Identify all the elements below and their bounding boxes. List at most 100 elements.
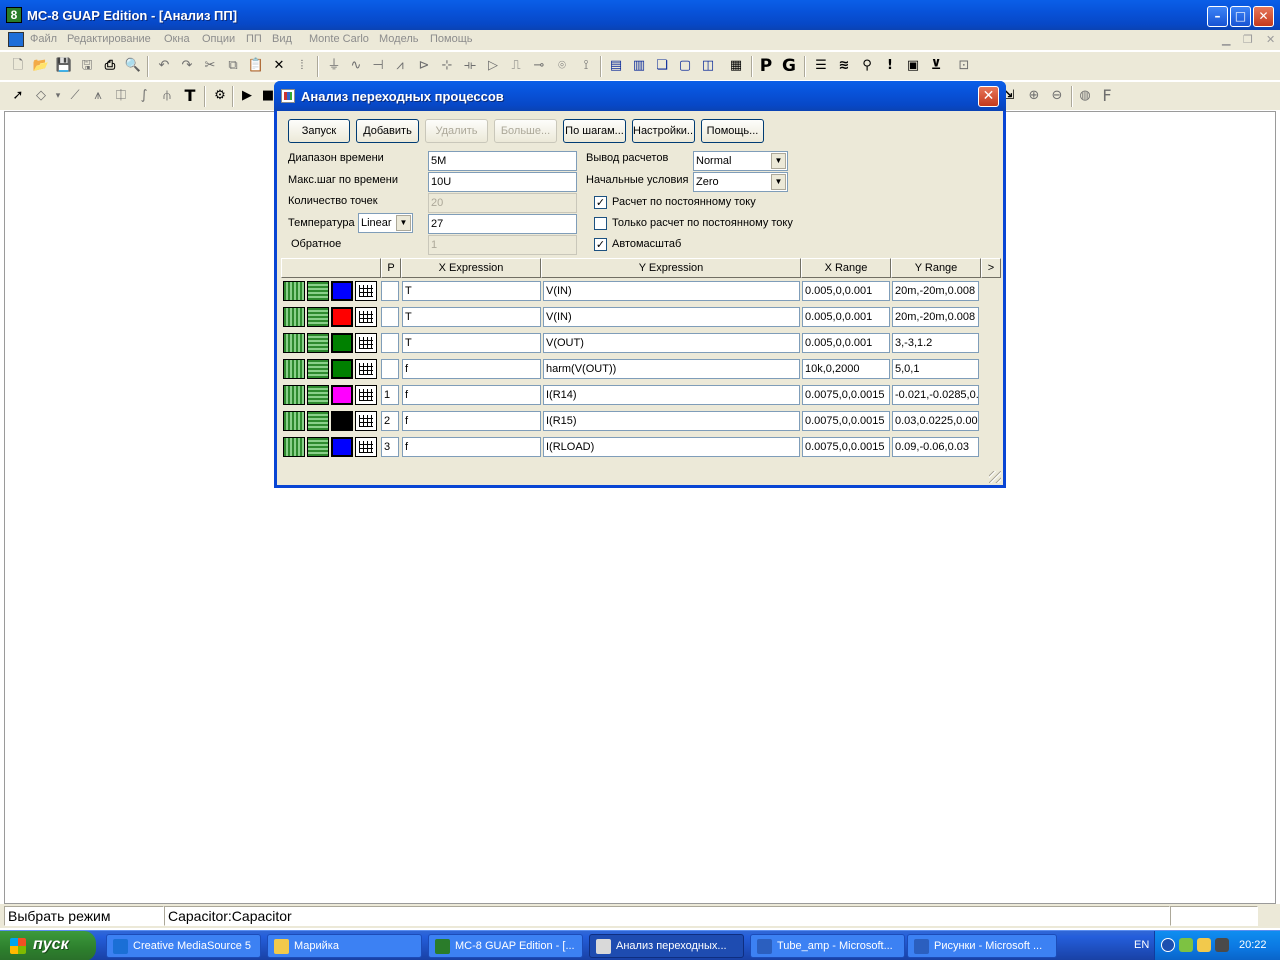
curve-color-swatch[interactable]	[331, 333, 353, 353]
max-step-input[interactable]: 10U	[428, 172, 577, 192]
x-expression-cell[interactable]: T	[402, 307, 541, 327]
y-expression-cell[interactable]: I(RLOAD)	[543, 437, 800, 457]
menu-view[interactable]: Вид	[272, 33, 292, 45]
line-style-icon[interactable]	[283, 307, 305, 327]
zoom-out-icon[interactable]: ⊖	[1048, 87, 1066, 105]
line-style-icon[interactable]	[283, 385, 305, 405]
chevron-down-icon[interactable]: ▾	[49, 87, 67, 105]
add-button[interactable]: Добавить	[356, 119, 419, 143]
save-icon[interactable]: 💾	[55, 57, 73, 75]
taskbar-item[interactable]: Tube_amp - Microsoft...	[750, 934, 905, 958]
plot-frame-icon[interactable]: ▣	[904, 57, 922, 75]
switch-icon[interactable]: ⎍	[507, 57, 525, 75]
waveform-icon[interactable]: ≋	[835, 57, 853, 75]
y-expression-cell[interactable]: V(OUT)	[543, 333, 800, 353]
y-expression-cell[interactable]: I(R15)	[543, 411, 800, 431]
y-expression-cell[interactable]: I(R14)	[543, 385, 800, 405]
transistor-icon[interactable]: ⌾	[553, 57, 571, 75]
reverse-input[interactable]: 1	[428, 235, 577, 255]
save-all-icon[interactable]: 🖫	[78, 57, 96, 75]
temperature-input[interactable]: 27	[428, 214, 577, 234]
select-arrow-icon[interactable]: ➚	[9, 87, 27, 105]
grid-header-y-range[interactable]: Y Range	[891, 258, 981, 278]
y-range-cell[interactable]: 0.09,-0.06,0.03	[892, 437, 979, 457]
vio-icon[interactable]: ⊻	[927, 57, 945, 75]
undo-icon[interactable]: ↶	[155, 57, 173, 75]
line-style-icon[interactable]	[283, 437, 305, 457]
source-icon[interactable]: ⊸	[530, 57, 548, 75]
node-icon[interactable]: ⟟	[577, 57, 595, 75]
menu-analysis[interactable]: ПП	[246, 33, 262, 45]
grid-header-x-range[interactable]: X Range	[801, 258, 891, 278]
resize-grip[interactable]	[989, 471, 1001, 483]
x-expression-cell[interactable]: f	[402, 359, 541, 379]
curve-color-swatch[interactable]	[331, 307, 353, 327]
line-thickness-icon[interactable]	[307, 307, 329, 327]
close-button[interactable]: ✕	[1253, 6, 1274, 27]
line-style-icon[interactable]	[283, 411, 305, 431]
grid-scroll-right-button[interactable]: >	[981, 258, 1001, 278]
chevron-down-icon[interactable]: ▼	[771, 153, 786, 169]
wire-icon[interactable]: ∿	[347, 57, 365, 75]
taskbar-item[interactable]: Рисунки - Microsoft ...	[907, 934, 1057, 958]
numeric-output-icon[interactable]	[355, 359, 377, 379]
battery-icon[interactable]: ⟛	[461, 57, 479, 75]
print-icon[interactable]: ⎙	[101, 57, 119, 75]
line-thickness-icon[interactable]	[307, 411, 329, 431]
time-range-input[interactable]: 5M	[428, 151, 577, 171]
wire-mode-icon[interactable]: ⟋	[66, 87, 84, 105]
start-button[interactable]: пуск	[0, 931, 96, 960]
line-thickness-icon[interactable]	[307, 359, 329, 379]
delete-icon[interactable]: ✕	[270, 57, 288, 75]
run-button[interactable]: Запуск	[288, 119, 350, 143]
x-range-cell[interactable]: 0.005,0,0.001	[802, 281, 890, 301]
menu-windows[interactable]: Окна	[164, 33, 190, 45]
tile-horizontal-icon[interactable]: ▤	[607, 57, 625, 75]
dialog-close-button[interactable]: ✕	[978, 86, 999, 107]
menu-options[interactable]: Опции	[202, 33, 235, 45]
tray-arrow-icon[interactable]	[1161, 938, 1175, 952]
plot-group-cell[interactable]	[381, 333, 399, 353]
bus-mode-icon[interactable]: ⩚	[89, 87, 107, 105]
y-range-cell[interactable]: 20m,-20m,0.008	[892, 281, 979, 301]
properties-icon[interactable]: ⚙	[211, 87, 229, 105]
x-range-cell[interactable]: 0.0075,0,0.0015	[802, 411, 890, 431]
plot-group-cell[interactable]: 3	[381, 437, 399, 457]
diode-icon[interactable]: ⊳	[415, 57, 433, 75]
y-expression-cell[interactable]: V(IN)	[543, 281, 800, 301]
grid-header-p[interactable]: P	[381, 258, 401, 278]
grid-header-x-expression[interactable]: X Expression	[401, 258, 541, 278]
tray-lock-icon[interactable]	[1197, 938, 1211, 952]
help-button[interactable]: Помощь...	[701, 119, 764, 143]
main-titlebar[interactable]: 8 MC-8 GUAP Edition - [Анализ ПП] – □ ✕	[0, 0, 1280, 30]
zoom-in-icon[interactable]: ⊕	[1025, 87, 1043, 105]
plot-group-cell[interactable]: 2	[381, 411, 399, 431]
line-style-icon[interactable]	[283, 359, 305, 379]
chevron-down-icon[interactable]: ▼	[396, 215, 411, 231]
globe-icon[interactable]: ◍	[1076, 87, 1094, 105]
line-style-icon[interactable]	[283, 281, 305, 301]
cut-icon[interactable]: ✂	[201, 57, 219, 75]
ground-icon[interactable]: ⏚	[325, 57, 343, 75]
info-mode-icon[interactable]: ⫛	[158, 87, 176, 105]
numeric-output-icon[interactable]	[355, 437, 377, 457]
x-expression-cell[interactable]: f	[402, 411, 541, 431]
output-select[interactable]: Normal ▼	[693, 151, 788, 171]
x-range-cell[interactable]: 0.005,0,0.001	[802, 333, 890, 353]
x-range-cell[interactable]: 0.0075,0,0.0015	[802, 437, 890, 457]
x-range-cell[interactable]: 10k,0,2000	[802, 359, 890, 379]
line-thickness-icon[interactable]	[307, 437, 329, 457]
num-points-input[interactable]: 20	[428, 193, 577, 213]
exclamation-icon[interactable]: !	[881, 57, 899, 75]
line-style-icon[interactable]	[283, 333, 305, 353]
plot-group-cell[interactable]	[381, 281, 399, 301]
y-range-cell[interactable]: -0.021,-0.0285,0.	[892, 385, 979, 405]
menu-file[interactable]: Файл	[30, 33, 57, 45]
x-range-cell[interactable]: 0.005,0,0.001	[802, 307, 890, 327]
autoscale-checkbox[interactable]: ✓	[594, 238, 607, 251]
menu-edit[interactable]: Редактирование	[67, 33, 151, 45]
more-button[interactable]: Больше...	[494, 119, 557, 143]
stepping-button[interactable]: По шагам...	[563, 119, 626, 143]
y-range-cell[interactable]: 20m,-20m,0.008	[892, 307, 979, 327]
temperature-mode-select[interactable]: Linear ▼	[358, 213, 413, 233]
